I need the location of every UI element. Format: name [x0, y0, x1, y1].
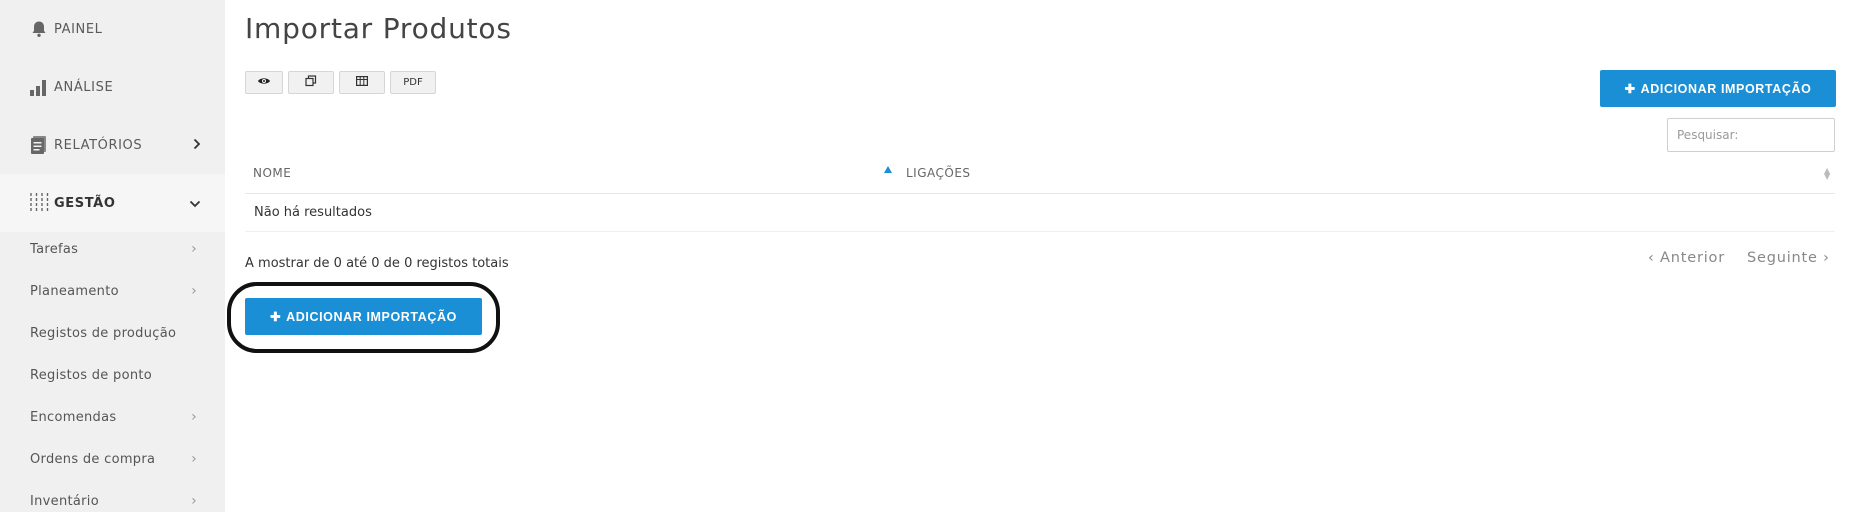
pagination-previous[interactable]: ‹ Anterior: [1648, 250, 1725, 266]
pdf-button[interactable]: PDF: [390, 71, 436, 94]
sidebar-item-gestao[interactable]: GESTÃO: [0, 174, 225, 232]
sidebar-item-label: Inventário: [30, 493, 99, 509]
sidebar-item-registos-ponto[interactable]: Registos de ponto: [0, 354, 225, 396]
copy-icon: [305, 75, 317, 90]
page-title: Importar Produtos: [245, 12, 512, 45]
sidebar-item-relatorios[interactable]: RELATÓRIOS: [0, 116, 225, 174]
chevron-right-icon: ›: [1823, 250, 1830, 266]
sidebar-item-analise[interactable]: ANÁLISE: [0, 58, 225, 116]
sidebar-item-ordens-compra[interactable]: Ordens de compra ›: [0, 438, 225, 480]
sliders-icon: [28, 192, 50, 214]
sidebar-item-label: ANÁLISE: [54, 79, 114, 95]
bar-chart-icon: [28, 76, 50, 98]
chevron-right-icon: ›: [191, 283, 197, 299]
table-header-divider: [245, 193, 1835, 194]
sidebar: PAINEL ANÁLISE RELATÓRIOS GESTÃO Tarefas…: [0, 0, 225, 512]
pdf-label: PDF: [403, 77, 423, 88]
add-import-label: ADICIONAR IMPORTAÇÃO: [1640, 81, 1812, 96]
pagination-next-label: Seguinte: [1747, 250, 1818, 266]
highlight-circle: [227, 282, 500, 353]
chevron-right-icon: ›: [191, 451, 197, 467]
eye-icon: [257, 76, 271, 89]
table-icon: [356, 76, 369, 89]
sort-icon: ▲ ▼: [1824, 166, 1831, 181]
chevron-right-icon: [193, 136, 201, 154]
empty-table-message: Não há resultados: [254, 205, 372, 220]
column-header-nome[interactable]: NOME: [253, 166, 291, 180]
sidebar-item-label: Registos de produção: [30, 325, 177, 341]
sidebar-item-label: Encomendas: [30, 409, 117, 425]
sidebar-item-label: RELATÓRIOS: [54, 137, 143, 153]
search-input[interactable]: [1667, 118, 1835, 152]
add-import-button-top[interactable]: ✚ ADICIONAR IMPORTAÇÃO: [1600, 70, 1836, 107]
sidebar-item-planeamento[interactable]: Planeamento ›: [0, 270, 225, 312]
chevron-right-icon: ›: [191, 241, 197, 257]
sidebar-item-tarefas[interactable]: Tarefas ›: [0, 228, 225, 270]
sidebar-item-label: Tarefas: [30, 241, 79, 257]
pagination-next[interactable]: Seguinte ›: [1747, 250, 1830, 266]
sort-ascending-icon: [884, 166, 892, 173]
sidebar-item-encomendas[interactable]: Encomendas ›: [0, 396, 225, 438]
sidebar-item-label: Planeamento: [30, 283, 119, 299]
table-bottom-divider: [245, 231, 1835, 232]
sidebar-item-registos-producao[interactable]: Registos de produção: [0, 312, 225, 354]
chevron-right-icon: ›: [191, 493, 197, 509]
sidebar-item-label: Registos de ponto: [30, 367, 153, 383]
chevron-left-icon: ‹: [1648, 250, 1655, 266]
bell-icon: [28, 18, 50, 40]
sidebar-item-painel[interactable]: PAINEL: [0, 0, 225, 58]
table-info: A mostrar de 0 até 0 de 0 registos totai…: [245, 256, 509, 271]
column-visibility-button[interactable]: [245, 71, 283, 94]
chevron-down-icon: [189, 194, 201, 212]
copy-button[interactable]: [288, 71, 334, 94]
pagination-previous-label: Anterior: [1660, 250, 1725, 266]
plus-icon: ✚: [1624, 82, 1636, 96]
sidebar-item-label: Ordens de compra: [30, 451, 156, 467]
excel-button[interactable]: [339, 71, 385, 94]
sidebar-item-inventario[interactable]: Inventário ›: [0, 480, 225, 512]
document-icon: [28, 134, 50, 156]
chevron-right-icon: ›: [191, 409, 197, 425]
column-header-ligacoes[interactable]: LIGAÇÕES: [906, 166, 971, 180]
sidebar-item-label: PAINEL: [54, 21, 103, 37]
sidebar-item-label: GESTÃO: [54, 195, 116, 211]
